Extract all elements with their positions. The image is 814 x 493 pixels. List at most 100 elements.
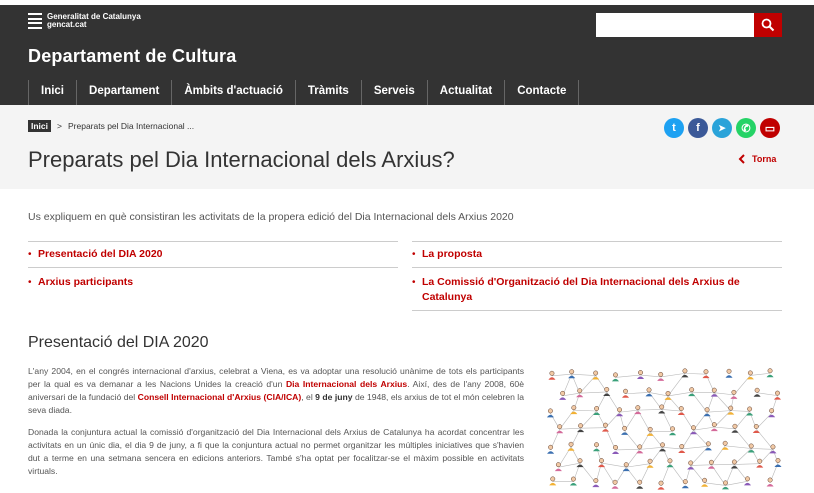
logo-text: Generalitat de Catalunya gencat.cat [47,13,141,29]
page: Generalitat de Catalunya gencat.cat Depa… [0,0,814,493]
nav-item-inici[interactable]: Inici [28,80,76,106]
network-link [714,392,731,411]
bullet-icon: • [412,277,416,288]
facebook-icon[interactable]: f [688,118,708,138]
department-title[interactable]: Departament de Cultura [28,46,236,67]
person-node [567,441,575,451]
anchor-link-item[interactable]: • La Comissió d'Organització del Dia Int… [412,267,782,311]
person-node [597,458,605,468]
person-node [774,458,782,468]
network-link [625,392,650,395]
person-node [547,444,555,454]
network-link [734,463,760,465]
network-link [648,392,669,397]
back-link[interactable]: Torna [738,154,776,164]
network-people-illustration [546,368,782,490]
gencat-logo-icon [28,13,42,29]
twitter-icon[interactable]: t [664,118,684,138]
network-link [637,409,662,411]
nav-item-departament[interactable]: Departament [76,80,171,106]
person-node [593,442,601,452]
network-link [725,445,752,449]
anchor-link-comissio[interactable]: La Comissió d'Organització del Dia Inter… [422,275,782,305]
nav-item-tramits[interactable]: Tràmits [294,80,361,106]
network-link [640,374,661,378]
network-link [714,426,735,430]
network-link [662,447,682,450]
anchor-link-arxius[interactable]: Arxius participants [38,275,133,290]
title-band: Inici > Preparats pel Dia Internacional … [0,105,814,189]
network-link [690,464,712,466]
network-link [551,373,572,377]
section-body: L'any 2004, en el congrés internacional … [28,365,524,487]
nav-item-serveis[interactable]: Serveis [360,80,427,106]
network-link [639,447,663,450]
network-link [661,409,682,412]
network-link [580,427,606,429]
person-node [725,368,733,378]
search-input[interactable] [596,13,754,37]
bullet-icon: • [28,277,32,288]
network-link [707,410,731,413]
person-node [766,368,774,378]
search-button[interactable] [754,13,782,37]
main-nav: Inici Departament Àmbits d'actuació Tràm… [28,80,580,106]
bullet-icon: • [412,249,416,260]
link-dia-internacional[interactable]: Dia Internacional dels Arxius [286,379,407,389]
network-link [714,392,734,396]
person-node [601,422,609,432]
network-link [684,373,707,375]
intro-text: Us expliquem en què consistiran les acti… [28,211,514,223]
network-link [750,372,771,376]
network-link [619,409,638,413]
anchor-link-item[interactable]: • Arxius participants [28,267,398,295]
paragraph-2: Donada la conjuntura actual la comissió … [28,427,524,476]
site-header: Generalitat de Catalunya gencat.cat Depa… [0,5,814,106]
breadcrumb-separator: > [57,121,62,131]
network-link [660,373,685,378]
nav-item-ambits[interactable]: Àmbits d'actuació [171,80,295,106]
person-node [570,405,578,415]
anchor-link-item[interactable]: • Presentació del DIA 2020 [28,241,398,267]
anchor-link-proposta[interactable]: La proposta [422,247,482,262]
network-link [601,462,627,468]
person-node [637,370,645,380]
whatsapp-icon[interactable]: ✆ [736,118,756,138]
network-link [704,482,726,486]
anchor-link-presentacio[interactable]: Presentació del DIA 2020 [38,247,163,262]
person-node [645,387,653,397]
anchor-links-right: • La proposta • La Comissió d'Organitzac… [412,241,782,311]
chevron-left-icon [738,154,745,164]
nav-item-contacte[interactable]: Contacte [504,80,580,106]
network-link [693,426,715,431]
breadcrumb-current: Preparats pel Dia Internacional ... [67,121,195,131]
network-link [734,448,752,465]
network-link [559,427,581,430]
nav-item-actualitat[interactable]: Actualitat [426,80,504,106]
telegram-icon[interactable]: ➤ [712,118,732,138]
breadcrumb: Inici > Preparats pel Dia Internacional … [28,120,194,132]
network-link [730,410,750,412]
breadcrumb-home[interactable]: Inici [28,120,52,132]
link-consell-internacional[interactable]: Consell Internacional d'Arxius (CIA/ICA) [138,392,302,402]
network-link [757,392,778,396]
p1-text-c: , el [301,392,316,402]
back-label: Torna [752,154,777,164]
network-link [681,446,709,450]
anchor-link-item[interactable]: • La proposta [412,241,782,267]
network-link [751,448,773,450]
person-node [568,369,576,379]
gencat-logo[interactable]: Generalitat de Catalunya gencat.cat [28,13,141,29]
network-link [667,391,692,397]
person-node [549,476,557,486]
network-link [558,462,581,468]
person-node [657,480,665,490]
print-icon[interactable]: ▭ [760,118,780,138]
search-bar [596,13,782,37]
person-node [666,458,674,468]
person-node [569,476,577,486]
network-link [690,446,709,466]
network-link [615,449,640,451]
bullet-icon: • [28,249,32,260]
network-link [571,373,596,376]
